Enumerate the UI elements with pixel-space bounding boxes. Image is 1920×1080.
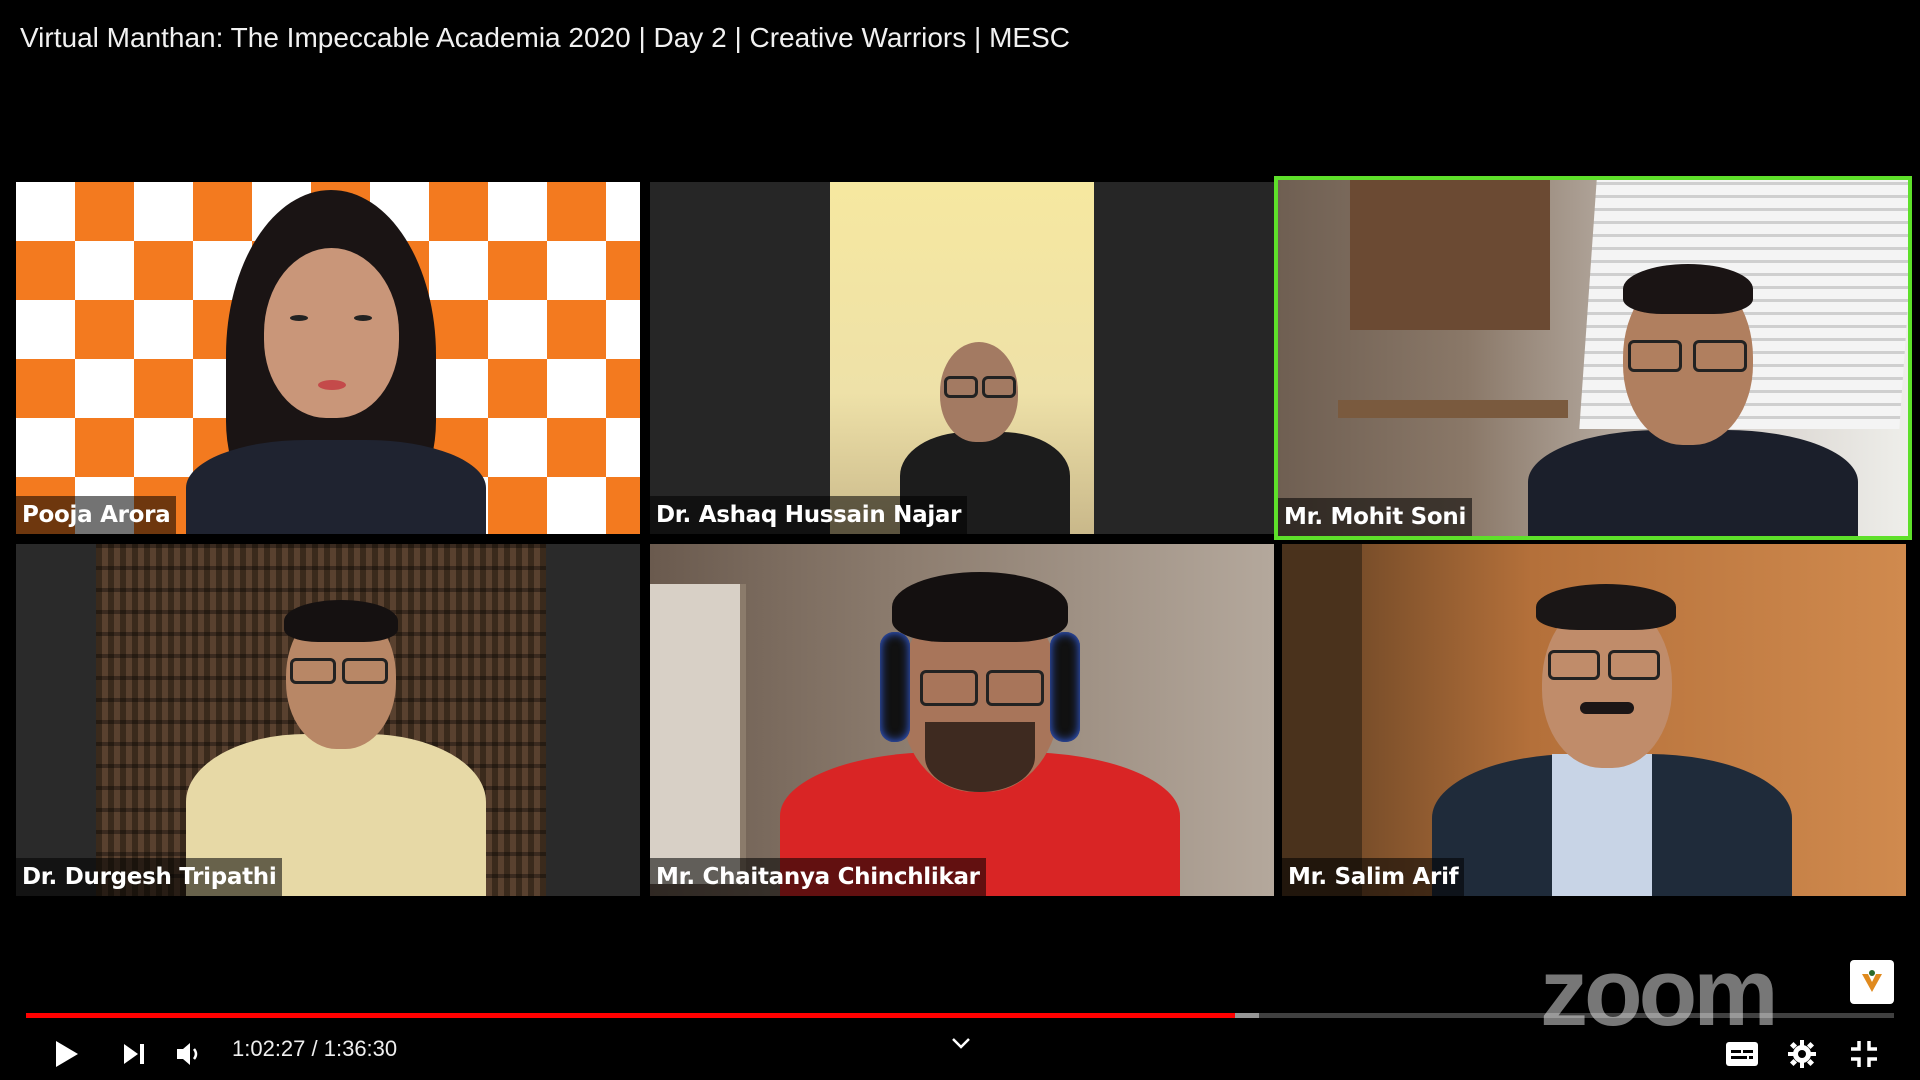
participant-tile[interactable]: Dr. Durgesh Tripathi <box>16 544 640 896</box>
participant-tile[interactable]: Pooja Arora <box>16 182 640 534</box>
video-feed <box>1278 180 1908 536</box>
play-icon <box>56 1041 78 1067</box>
participant-name: Dr. Ashaq Hussain Najar <box>650 496 968 534</box>
participant-name: Pooja Arora <box>16 496 177 534</box>
chevron-down-icon <box>952 1038 970 1049</box>
progress-played <box>26 1013 1235 1018</box>
participant-tile[interactable]: Dr. Ashaq Hussain Najar <box>650 182 1274 534</box>
captions-icon <box>1726 1042 1758 1066</box>
participant-name: Mr. Mohit Soni <box>1278 498 1473 536</box>
captions-button[interactable] <box>1722 1034 1762 1074</box>
chevron-button[interactable] <box>950 1036 974 1060</box>
play-button[interactable] <box>46 1034 86 1074</box>
video-feed <box>16 182 640 534</box>
video-title: Virtual Manthan: The Impeccable Academia… <box>20 22 1070 53</box>
participant-name: Mr. Salim Arif <box>1282 858 1465 896</box>
participant-grid: Pooja Arora Dr. Ashaq Hussain Najar Mr. … <box>16 176 1912 896</box>
video-feed <box>1282 544 1906 896</box>
video-feed <box>16 544 640 896</box>
video-feed <box>650 544 1274 896</box>
next-button[interactable] <box>114 1034 154 1074</box>
participant-tile[interactable]: Mr. Salim Arif <box>1282 544 1906 896</box>
exit-fullscreen-icon <box>1851 1041 1877 1067</box>
mute-button[interactable] <box>170 1034 210 1074</box>
participant-tile[interactable]: Mr. Chaitanya Chinchlikar <box>650 544 1274 896</box>
participant-tile-active-speaker[interactable]: Mr. Mohit Soni <box>1274 176 1912 540</box>
volume-icon <box>177 1043 198 1065</box>
next-icon <box>124 1044 144 1064</box>
video-feed <box>650 182 1274 534</box>
gear-icon <box>1788 1040 1816 1068</box>
time-display: 1:02:27 / 1:36:30 <box>232 1036 398 1061</box>
progress-bar[interactable] <box>26 1013 1894 1018</box>
settings-button[interactable] <box>1782 1034 1822 1074</box>
participant-name: Mr. Chaitanya Chinchlikar <box>650 858 986 896</box>
brand-badge-icon <box>1850 960 1894 1004</box>
participant-name: Dr. Durgesh Tripathi <box>16 858 283 896</box>
exit-fullscreen-button[interactable] <box>1844 1034 1884 1074</box>
player-controls: 1:02:27 / 1:36:30 <box>0 1030 1920 1070</box>
